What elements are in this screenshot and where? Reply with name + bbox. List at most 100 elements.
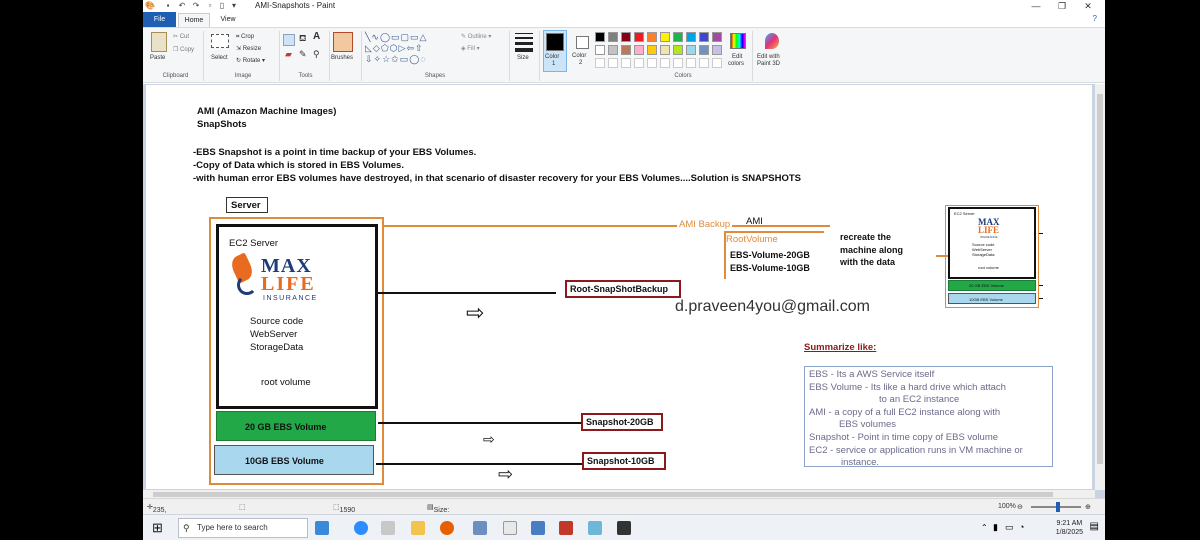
custom-color-slot[interactable] (608, 58, 618, 68)
palette-swatch[interactable] (634, 32, 644, 42)
camera-icon[interactable]: ▭ (1005, 522, 1014, 533)
palette-swatch[interactable] (712, 32, 722, 42)
paste-button[interactable]: Paste (150, 54, 165, 62)
crop-button[interactable]: ⌗ Crop (236, 33, 254, 41)
vertical-scrollbar[interactable] (1095, 84, 1105, 490)
palette-swatch[interactable] (647, 45, 657, 55)
palette-swatch[interactable] (660, 32, 670, 42)
terminal-icon[interactable] (617, 521, 631, 535)
zoom-out-button[interactable]: ⊖ (1017, 503, 1023, 511)
custom-color-slot[interactable] (673, 58, 683, 68)
fill-icon[interactable]: ⛾ (299, 34, 306, 43)
palette-swatch[interactable] (699, 32, 709, 42)
file-explorer-icon[interactable] (411, 521, 425, 535)
palette-swatch[interactable] (621, 32, 631, 42)
palette-swatch[interactable] (673, 32, 683, 42)
select-icon[interactable] (211, 34, 229, 48)
paint3d-label-2[interactable]: Paint 3D (757, 60, 780, 68)
minimize-button[interactable]: — (1023, 0, 1049, 12)
redo-icon[interactable]: ↷ (191, 1, 201, 11)
customize-quick-access-icon[interactable]: ▾ (229, 1, 239, 11)
windows-start-icon[interactable]: ⊞ (152, 520, 163, 536)
paste-icon[interactable] (151, 32, 167, 52)
print-icon[interactable]: ▫ (205, 1, 215, 11)
tab-home[interactable]: Home (178, 13, 210, 27)
palette-swatch[interactable] (634, 45, 644, 55)
wifi-icon[interactable]: ◔ (1019, 522, 1024, 532)
pencil-icon[interactable] (283, 34, 295, 46)
taskbar-app-icon[interactable] (473, 521, 487, 535)
palette-swatch[interactable] (595, 45, 605, 55)
palette-swatch[interactable] (647, 32, 657, 42)
taskbar-app-icon[interactable] (559, 521, 573, 535)
firefox-icon[interactable] (440, 521, 454, 535)
size-icon[interactable] (515, 33, 533, 52)
custom-color-slot[interactable] (712, 58, 722, 68)
palette-swatch[interactable] (660, 45, 670, 55)
palette-swatch[interactable] (686, 45, 696, 55)
horizontal-scroll-thumb[interactable] (153, 492, 1053, 497)
brushes-button[interactable]: Brushes (331, 54, 353, 62)
color1-button[interactable]: Color 1 (543, 30, 567, 72)
palette-swatch[interactable] (595, 32, 605, 42)
custom-color-slot[interactable] (647, 58, 657, 68)
help-icon[interactable]: ? (1093, 14, 1097, 23)
custom-color-slot[interactable] (595, 58, 605, 68)
cut-button[interactable]: ✂ Cut (173, 33, 189, 41)
magnifier-icon[interactable]: ⚲ (313, 50, 320, 59)
text-icon[interactable]: A (313, 32, 320, 42)
taskbar-app-icon[interactable] (531, 521, 545, 535)
vertical-scroll-thumb[interactable] (1097, 94, 1103, 464)
outline-button[interactable]: ✎ Outline ▾ (461, 33, 491, 41)
horizontal-scrollbar[interactable] (143, 490, 1095, 498)
palette-swatch[interactable] (712, 45, 722, 55)
save-icon[interactable]: ▪ (163, 1, 173, 11)
color2-button[interactable]: Color 2 (571, 30, 595, 72)
zoom-slider-thumb[interactable] (1056, 502, 1060, 512)
fill-button[interactable]: ◈ Fill ▾ (461, 45, 480, 53)
custom-color-slot[interactable] (686, 58, 696, 68)
microphone-icon[interactable]: ▮ (993, 522, 998, 533)
notifications-icon[interactable]: ▤ (1090, 521, 1099, 532)
rotate-button[interactable]: ↻ Rotate ▾ (236, 57, 265, 65)
brushes-icon[interactable] (333, 32, 353, 52)
palette-swatch[interactable] (608, 32, 618, 42)
edit-colors-icon[interactable] (730, 33, 746, 49)
drawing-canvas[interactable]: AMI (Amazon Machine Images) SnapShots -E… (146, 85, 1092, 489)
zoom-app-icon[interactable] (354, 521, 368, 535)
zoom-in-button[interactable]: ⊕ (1085, 503, 1091, 511)
palette-swatch[interactable] (686, 32, 696, 42)
taskbar-search-input[interactable]: ⚲ Type here to search (178, 518, 308, 538)
paint-taskbar-icon[interactable] (588, 521, 602, 535)
taskbar-app-icon[interactable] (381, 521, 395, 535)
palette-swatch[interactable] (673, 45, 683, 55)
copy-button[interactable]: ❐ Copy (173, 46, 194, 54)
resize-button[interactable]: ⇲ Resize (236, 45, 261, 53)
custom-color-slot[interactable] (660, 58, 670, 68)
palette-swatch[interactable] (699, 45, 709, 55)
cursor-position: ✛ 235, 303px (147, 503, 172, 521)
edit-colors-label-2[interactable]: colors (728, 60, 744, 68)
color-picker-icon[interactable]: ✎ (299, 50, 307, 59)
ebs-volume-20gb-label: EBS-Volume-20GB (730, 250, 810, 260)
tab-view[interactable]: View (213, 13, 243, 27)
undo-icon[interactable]: ↶ (177, 1, 187, 11)
taskbar-app-icon[interactable] (315, 521, 329, 535)
notepad-icon[interactable] (503, 521, 517, 535)
palette-swatch[interactable] (608, 45, 618, 55)
tray-chevron-icon[interactable]: ⌃ (981, 523, 988, 532)
tab-file[interactable]: File (143, 12, 176, 27)
palette-swatch[interactable] (621, 45, 631, 55)
size-button[interactable]: Size (517, 54, 529, 62)
close-button[interactable]: ✕ (1075, 0, 1101, 12)
eraser-icon[interactable]: ▰ (285, 50, 292, 59)
select-button[interactable]: Select (211, 54, 228, 62)
maximize-button[interactable]: ❐ (1049, 0, 1075, 12)
paint3d-icon[interactable] (765, 33, 779, 49)
custom-color-slot[interactable] (634, 58, 644, 68)
new-icon[interactable]: ▯ (217, 1, 227, 11)
custom-color-slot[interactable] (621, 58, 631, 68)
shapes-gallery[interactable]: ╲∿◯▭▢▭△ ◺◇⬠⬡▷⇦⇧ ⇩✧☆✩▭◯◌ (365, 32, 453, 68)
clock[interactable]: 9:21 AM 1/8/2025 (1056, 519, 1083, 537)
custom-color-slot[interactable] (699, 58, 709, 68)
